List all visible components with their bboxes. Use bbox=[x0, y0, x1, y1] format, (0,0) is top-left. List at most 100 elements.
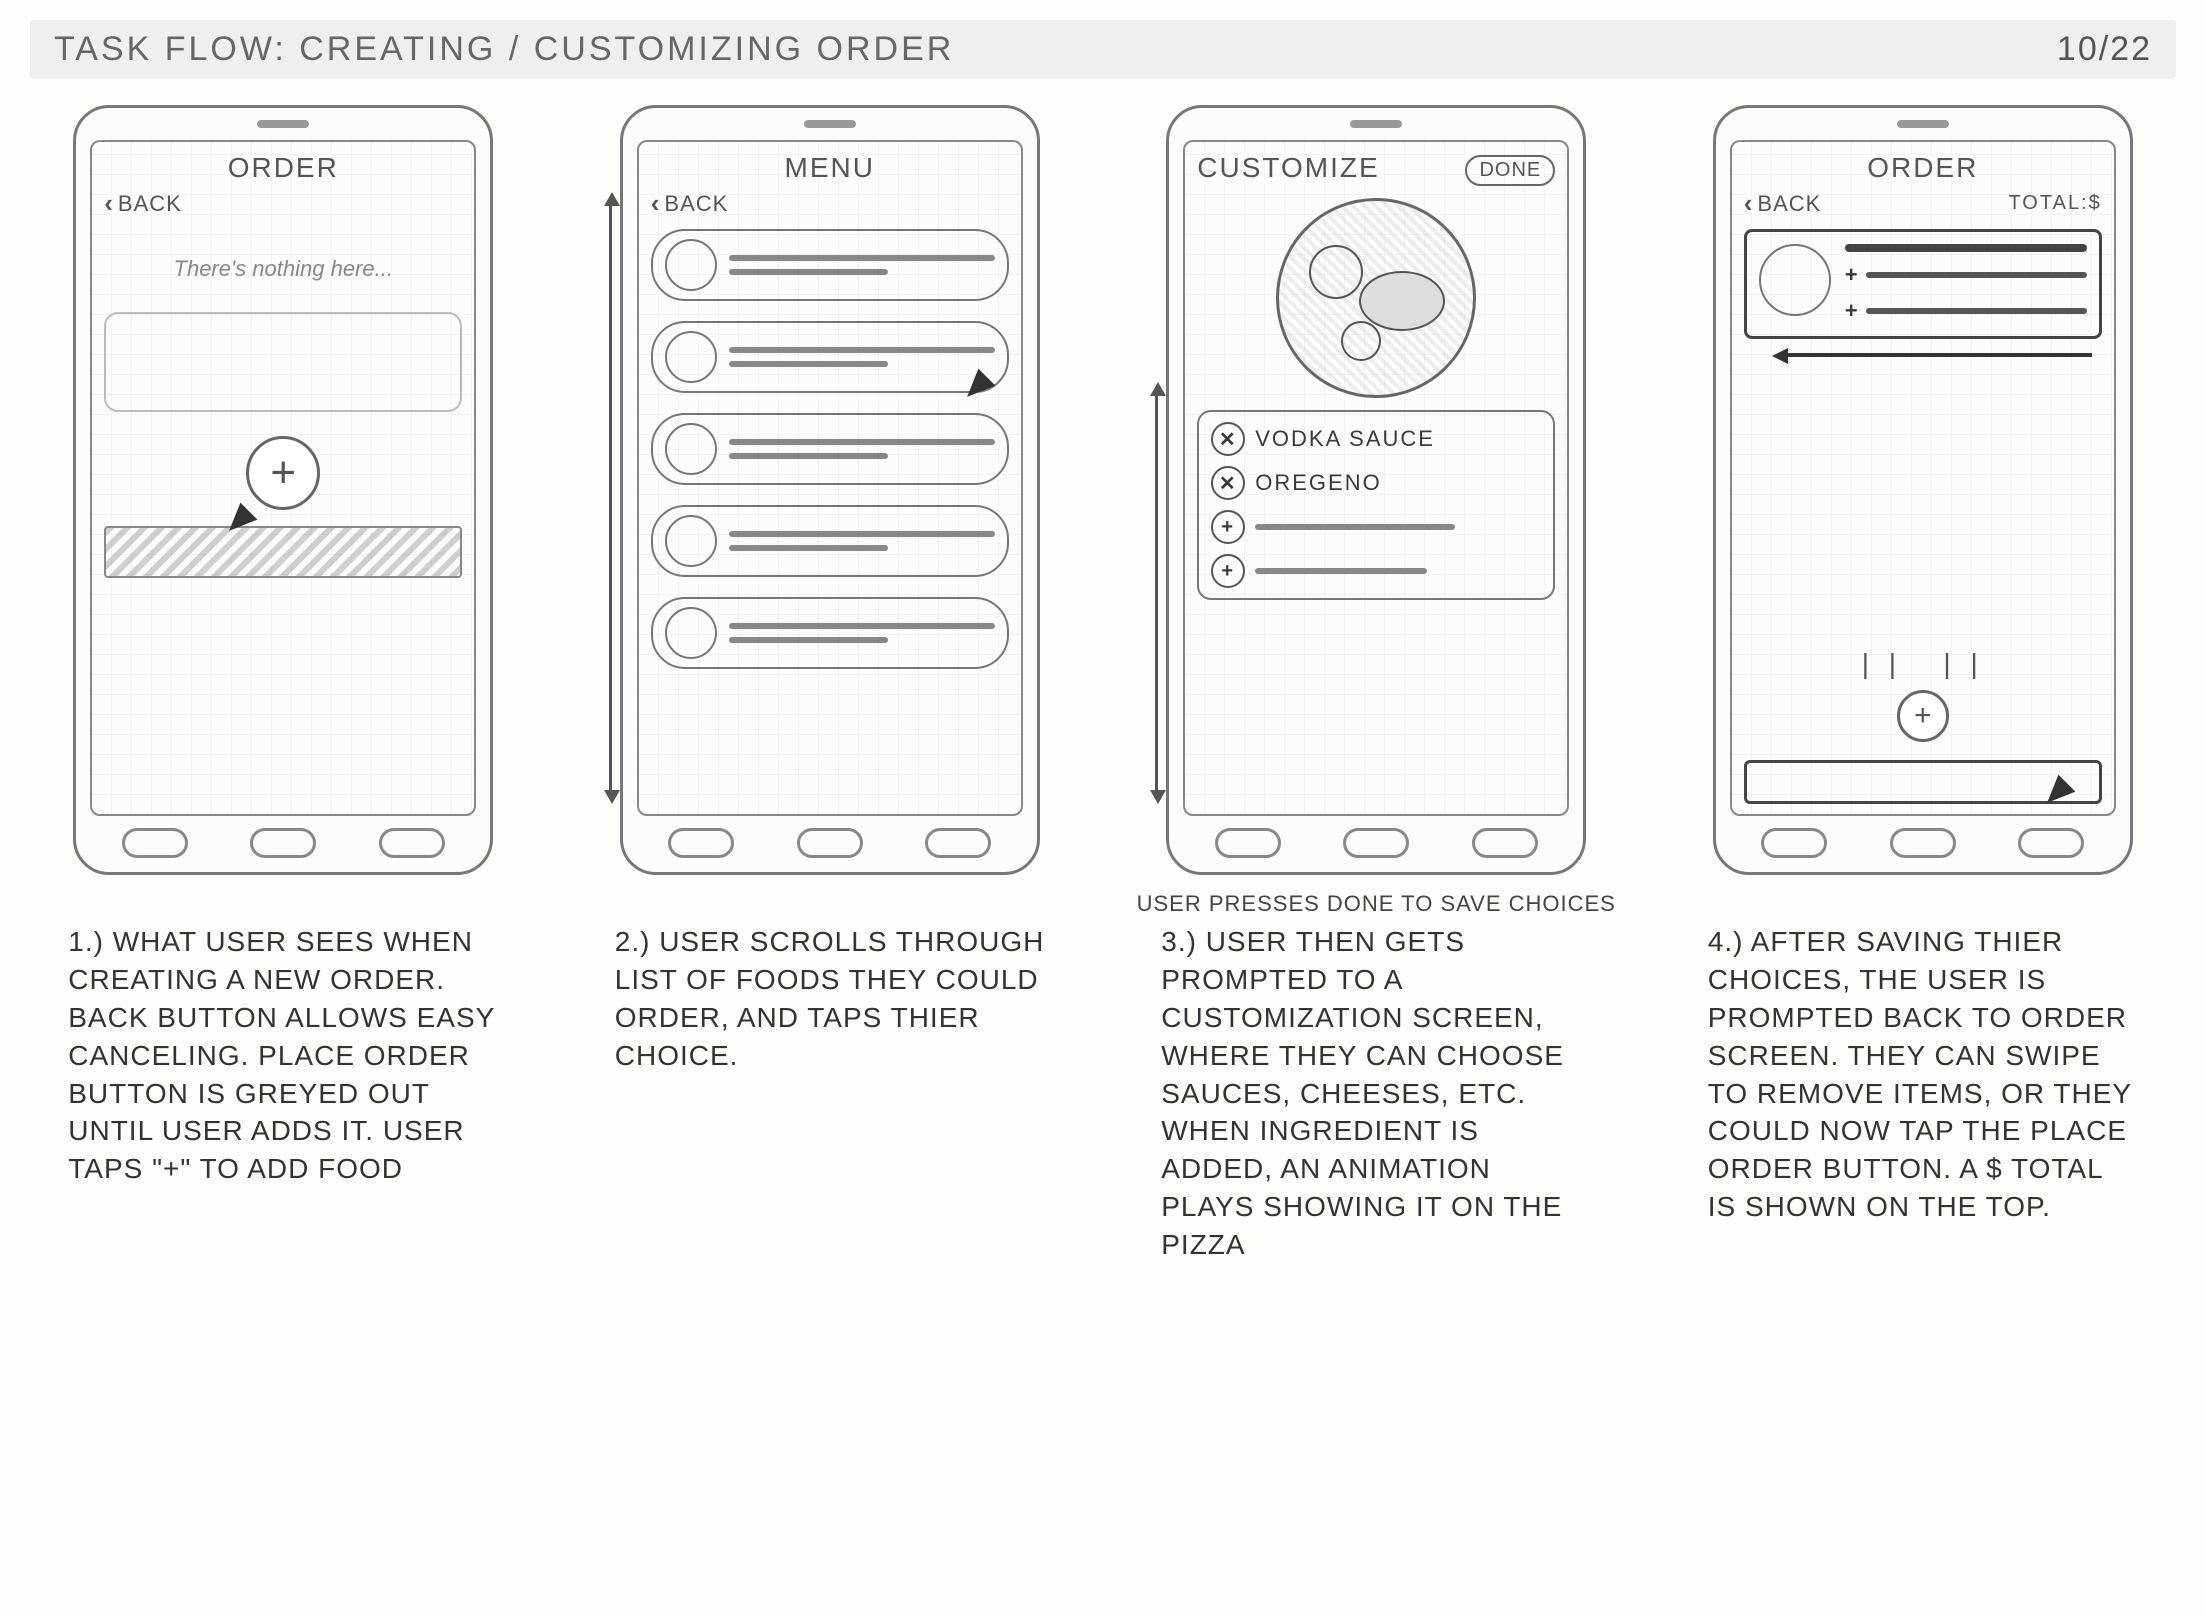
cursor-icon bbox=[958, 369, 995, 406]
back-label: BACK bbox=[1757, 191, 1821, 217]
nav-back-button[interactable] bbox=[668, 828, 734, 858]
phone-frame: ORDER ‹ BACK There's nothing here... + bbox=[73, 105, 493, 875]
ingredient-row: + bbox=[1211, 554, 1541, 588]
remove-ingredient-button[interactable]: ✕ bbox=[1211, 466, 1245, 500]
ingredient-name: OREGENO bbox=[1255, 470, 1381, 496]
empty-item-slot bbox=[104, 312, 462, 412]
back-button[interactable]: ‹ BACK bbox=[104, 188, 182, 219]
ingredient-row: + bbox=[1211, 510, 1541, 544]
item-thumb-icon bbox=[665, 239, 717, 291]
screen-title: ORDER bbox=[1744, 152, 2102, 184]
add-item-button[interactable]: + bbox=[1897, 690, 1949, 742]
customize-screen: CUSTOMIZE DONE ✕ VODKA SAUCE bbox=[1183, 140, 1569, 816]
ingredient-name: VODKA SAUCE bbox=[1255, 426, 1435, 452]
menu-item[interactable] bbox=[651, 505, 1009, 577]
ingredients-card: ✕ VODKA SAUCE ✕ OREGENO + + bbox=[1197, 410, 1555, 600]
nav-recent-button[interactable] bbox=[1472, 828, 1538, 858]
chevron-left-icon: ‹ bbox=[651, 188, 661, 219]
add-ingredient-button[interactable]: + bbox=[1211, 554, 1245, 588]
phone-speaker bbox=[1897, 120, 1949, 128]
task-flow-grid: ORDER ‹ BACK There's nothing here... + bbox=[30, 105, 2176, 1264]
phone-speaker bbox=[804, 120, 856, 128]
nav-home-button[interactable] bbox=[1343, 828, 1409, 858]
step-caption: 4.) After saving thier choices, the user… bbox=[1708, 923, 2138, 1225]
step-pre-caption bbox=[30, 891, 537, 917]
menu-item[interactable] bbox=[651, 321, 1009, 393]
order-empty-screen: ORDER ‹ BACK There's nothing here... + bbox=[90, 140, 476, 816]
item-thumb-icon bbox=[1759, 244, 1831, 316]
step-1: ORDER ‹ BACK There's nothing here... + bbox=[30, 105, 537, 1264]
step-4: ORDER ‹ BACK TOTAL:$ + + bbox=[1670, 105, 2177, 1264]
nav-recent-button[interactable] bbox=[2018, 828, 2084, 858]
menu-item[interactable] bbox=[651, 413, 1009, 485]
phone-speaker bbox=[1350, 120, 1402, 128]
ingredient-row: ✕ OREGENO bbox=[1211, 466, 1541, 500]
back-label: BACK bbox=[118, 191, 182, 217]
phone-frame: CUSTOMIZE DONE ✕ VODKA SAUCE bbox=[1166, 105, 1586, 875]
chevron-left-icon: ‹ bbox=[1744, 188, 1754, 219]
back-label: BACK bbox=[664, 191, 728, 217]
phone-frame: MENU ‹ BACK bbox=[620, 105, 1040, 875]
add-ingredient-button[interactable]: + bbox=[1211, 510, 1245, 544]
step-2: MENU ‹ BACK bbox=[577, 105, 1084, 1264]
item-thumb-icon bbox=[665, 607, 717, 659]
back-button[interactable]: ‹ BACK bbox=[651, 188, 729, 219]
swipe-arrow-icon bbox=[1784, 353, 2092, 357]
topping-icon bbox=[1309, 245, 1363, 299]
nav-recent-button[interactable] bbox=[379, 828, 445, 858]
nav-home-button[interactable] bbox=[797, 828, 863, 858]
step-caption: 3.) User then gets prompted to a customi… bbox=[1161, 923, 1591, 1263]
order-filled-screen: ORDER ‹ BACK TOTAL:$ + + bbox=[1730, 140, 2116, 816]
step-caption: 2.) User scrolls through list of foods t… bbox=[615, 923, 1045, 1074]
phone-navbar bbox=[1183, 828, 1569, 858]
menu-item[interactable] bbox=[651, 597, 1009, 669]
menu-screen: MENU ‹ BACK bbox=[637, 140, 1023, 816]
step-3: CUSTOMIZE DONE ✕ VODKA SAUCE bbox=[1123, 105, 1630, 1264]
item-thumb-icon bbox=[665, 515, 717, 567]
phone-navbar bbox=[90, 828, 476, 858]
plus-icon: + bbox=[1845, 262, 1858, 288]
pizza-preview bbox=[1276, 198, 1476, 398]
nav-recent-button[interactable] bbox=[925, 828, 991, 858]
page-date: 10/22 bbox=[2057, 30, 2152, 69]
plus-icon: + bbox=[1914, 699, 1932, 733]
done-label: DONE bbox=[1479, 159, 1541, 181]
plus-icon: + bbox=[1845, 298, 1858, 324]
page-header: TASK FLOW: CREATING / CUSTOMIZING ORDER … bbox=[30, 20, 2176, 79]
place-order-button-disabled bbox=[104, 526, 462, 578]
phone-frame: ORDER ‹ BACK TOTAL:$ + + bbox=[1713, 105, 2133, 875]
page-title: TASK FLOW: CREATING / CUSTOMIZING ORDER bbox=[54, 30, 2057, 69]
done-button[interactable]: DONE bbox=[1465, 155, 1555, 186]
screen-title: ORDER bbox=[104, 152, 462, 184]
nav-back-button[interactable] bbox=[1215, 828, 1281, 858]
topping-icon bbox=[1359, 271, 1445, 331]
chevron-left-icon: ‹ bbox=[104, 188, 114, 219]
topping-icon bbox=[1341, 321, 1381, 361]
order-item-card[interactable]: + + bbox=[1744, 229, 2102, 339]
item-thumb-icon bbox=[665, 331, 717, 383]
nav-home-button[interactable] bbox=[250, 828, 316, 858]
order-total: TOTAL:$ bbox=[2008, 192, 2101, 215]
add-item-button[interactable]: + bbox=[246, 436, 320, 510]
nav-back-button[interactable] bbox=[122, 828, 188, 858]
hint-ticks: | | | | bbox=[1744, 648, 2102, 680]
step-pre-caption bbox=[1670, 891, 2177, 917]
step-caption: 1.) What user sees when creating a new o… bbox=[68, 923, 498, 1188]
back-button[interactable]: ‹ BACK bbox=[1744, 188, 1822, 219]
cursor-icon bbox=[2038, 775, 2075, 812]
empty-state-text: There's nothing here... bbox=[104, 255, 462, 284]
phone-speaker bbox=[257, 120, 309, 128]
plus-icon: + bbox=[270, 448, 296, 498]
screen-title: MENU bbox=[651, 152, 1009, 184]
nav-home-button[interactable] bbox=[1890, 828, 1956, 858]
nav-back-button[interactable] bbox=[1761, 828, 1827, 858]
ingredient-row: ✕ VODKA SAUCE bbox=[1211, 422, 1541, 456]
menu-item[interactable] bbox=[651, 229, 1009, 301]
phone-navbar bbox=[1730, 828, 2116, 858]
step-pre-caption: User presses done to save choices bbox=[1123, 891, 1630, 917]
screen-title: CUSTOMIZE bbox=[1197, 152, 1465, 184]
phone-navbar bbox=[637, 828, 1023, 858]
place-order-button[interactable] bbox=[1744, 760, 2102, 804]
scroll-indicator-icon bbox=[609, 202, 612, 794]
remove-ingredient-button[interactable]: ✕ bbox=[1211, 422, 1245, 456]
